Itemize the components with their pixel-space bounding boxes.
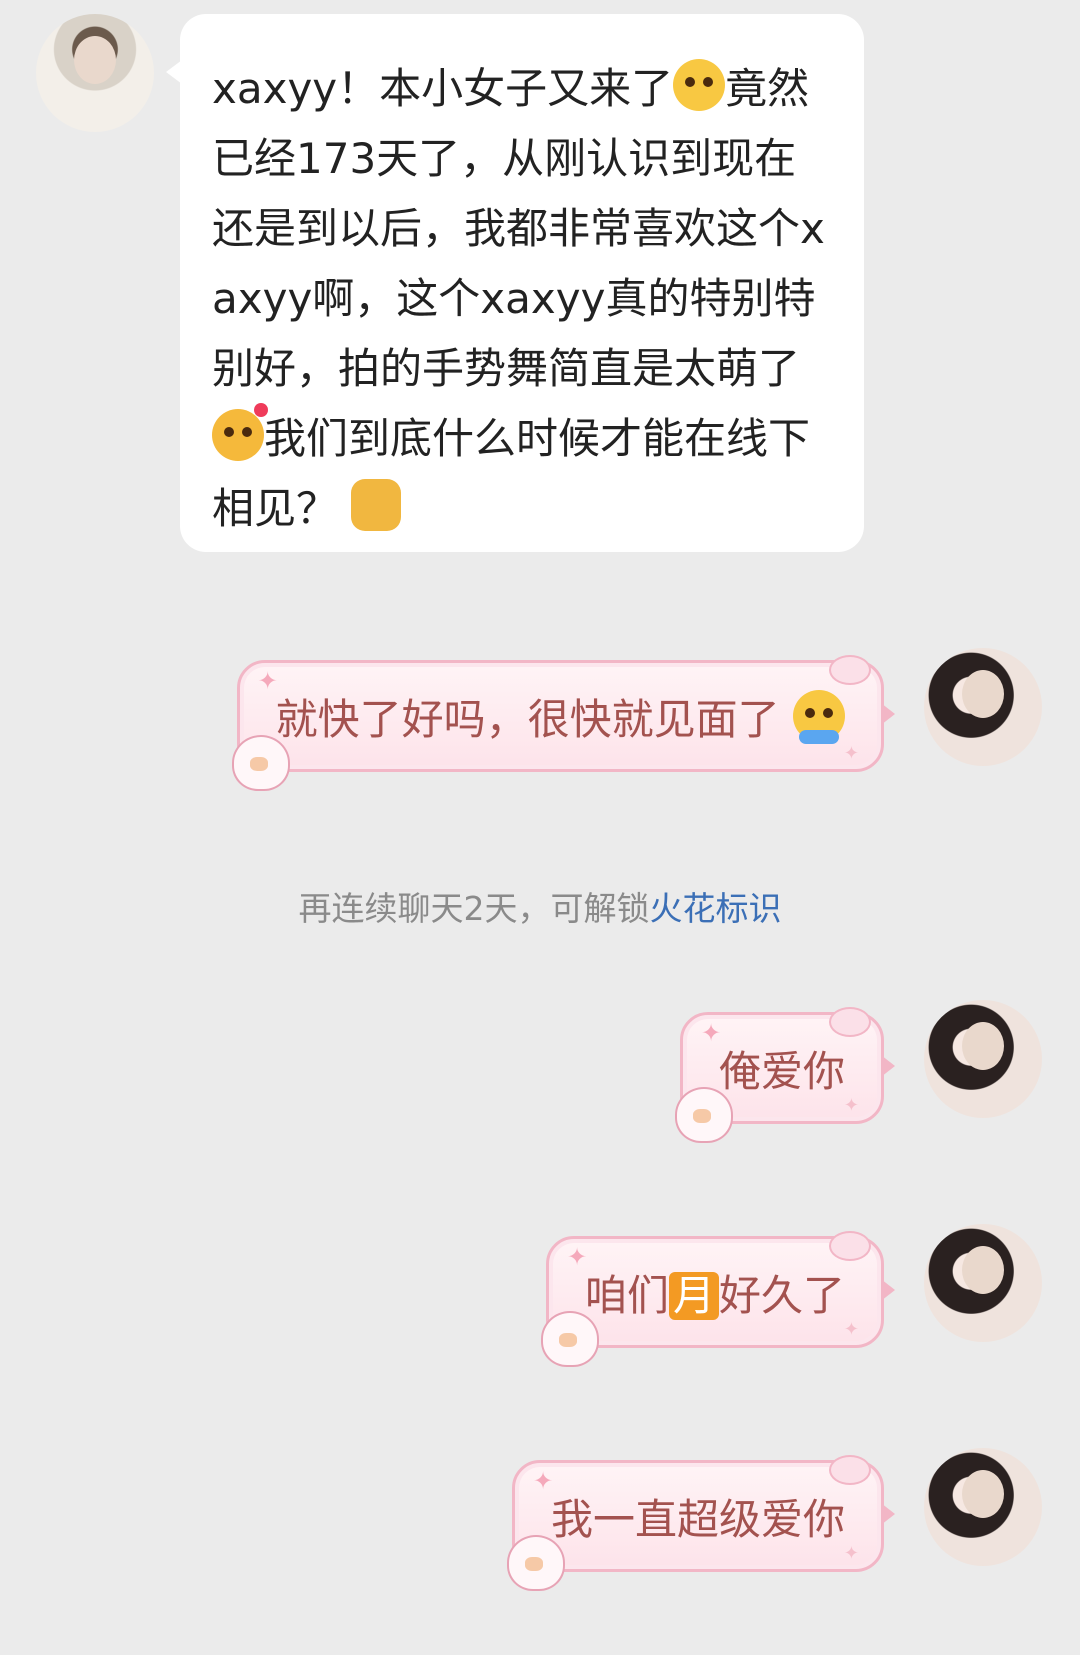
bunny-sticker-icon [231,735,290,791]
sparkle-icon: ✦ [566,1243,588,1271]
spark-badge-link[interactable]: 火花标识 [650,889,782,928]
loudly-crying-face-icon [793,689,845,744]
outgoing-message-bubble[interactable]: ✦ 就快了好吗，很快就见面了 ✦ [231,655,896,791]
outgoing-message-bubble[interactable]: ✦ 咱们月好久了 ✦ [540,1231,896,1367]
pleading-face-icon [673,59,726,111]
bunny-sticker-icon [540,1311,599,1367]
cloud-decoration-icon [829,1231,871,1261]
my-avatar[interactable] [924,1000,1042,1118]
incoming-message-text: xaxyy！本小女子又来了 竟然已经173天了，从刚认识到现在还是到以后，我都非常… [212,54,832,544]
outgoing-message-text: 就快了好吗，很快就见面了 [276,686,845,747]
outgoing-message-text: 俺爱你 [718,1046,845,1096]
cloud-decoration-icon [829,1455,871,1485]
outgoing-message-text: 我一直超级爱你 [550,1494,845,1544]
bunny-sticker-icon [506,1535,565,1591]
cloud-decoration-icon [829,655,871,685]
cloud-decoration-icon [829,1007,871,1037]
message-segment: 我们到底什么时候才能在线下相见？ [212,414,811,533]
sparkle-icon: ✦ [843,1543,859,1564]
sparkle-icon: ✦ [843,1319,859,1340]
outgoing-message-bubble[interactable]: ✦ 我一直超级爱你 ✦ [506,1455,896,1591]
my-avatar[interactable] [924,1224,1042,1342]
month-badge-icon: 月 [668,1271,719,1320]
smiling-face-with-hearts-icon [212,403,268,461]
sparkle-icon: ✦ [843,743,859,764]
contact-avatar[interactable] [36,14,154,132]
bunny-sticker-icon [674,1087,733,1143]
sparkle-icon: ✦ [257,667,278,695]
sparkle-icon: ✦ [843,1095,859,1116]
my-avatar[interactable] [924,1448,1042,1566]
outgoing-message-bubble[interactable]: ✦ 俺爱你 ✦ [674,1007,896,1143]
fist-bump-icon [351,479,402,531]
message-segment: xaxyy！本小女子又来了 [212,64,674,113]
message-segment: 竟然已经173天了，从刚认识到现在还是到以后，我都非常喜欢这个xaxyy啊，这个… [212,64,825,393]
notice-text: 再连续聊天2天，可解锁 [298,889,650,928]
streak-unlock-notice: 再连续聊天2天，可解锁火花标识 [0,882,1080,930]
incoming-message-bubble[interactable]: xaxyy！本小女子又来了 竟然已经173天了，从刚认识到现在还是到以后，我都非常… [166,14,864,552]
my-avatar[interactable] [924,648,1042,766]
sparkle-icon: ✦ [532,1467,554,1495]
sparkle-icon: ✦ [700,1019,722,1047]
outgoing-message-text: 咱们月好久了 [584,1270,845,1320]
